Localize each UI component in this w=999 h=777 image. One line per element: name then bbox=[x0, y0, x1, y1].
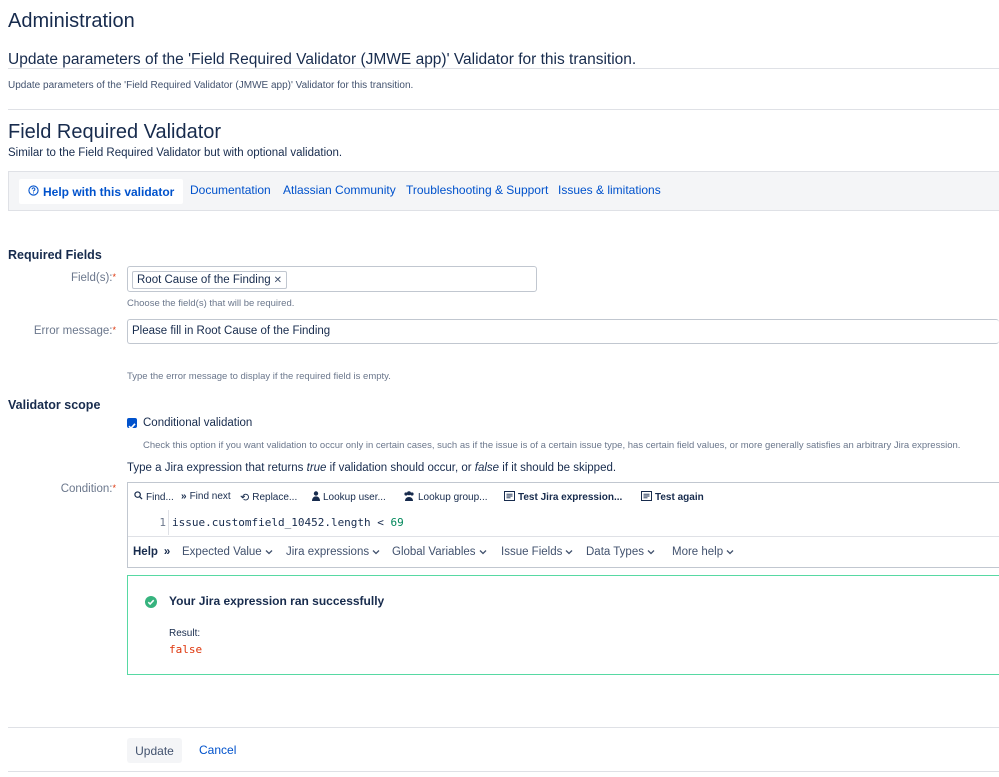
chevron-down-icon bbox=[479, 546, 487, 558]
find-next-button[interactable]: » Find next bbox=[181, 491, 231, 502]
condition-label: Condition:* bbox=[60, 483, 116, 495]
check-icon bbox=[128, 423, 136, 430]
code-number: 69 bbox=[390, 516, 404, 529]
required-fields-heading: Required Fields bbox=[8, 248, 102, 262]
expression-result-panel: Your Jira expression ran successfully Re… bbox=[127, 575, 999, 675]
tab-help-with-validator[interactable]: Help with this validator bbox=[19, 179, 184, 204]
atlassian-community-link[interactable]: Atlassian Community bbox=[283, 183, 396, 197]
conditional-validation-hint: Check this option if you want validation… bbox=[143, 440, 961, 451]
lookup-group-button[interactable]: Lookup group... bbox=[403, 491, 488, 504]
test-icon bbox=[504, 491, 515, 504]
lookup-user-button[interactable]: Lookup user... bbox=[312, 491, 386, 504]
code-text: issue.customfield_10452.length < 69 bbox=[168, 510, 404, 535]
line-number: 1 bbox=[159, 516, 166, 529]
required-asterisk: * bbox=[112, 325, 116, 335]
replace-icon: ⟲ bbox=[240, 492, 250, 504]
page-title: Administration bbox=[8, 10, 135, 32]
conditional-validation-label[interactable]: Conditional validation bbox=[143, 417, 252, 429]
result-message: Your Jira expression ran successfully bbox=[169, 594, 385, 608]
error-message-input[interactable]: Please fill in Root Cause of the Finding bbox=[127, 319, 999, 344]
chevron-down-icon bbox=[726, 546, 734, 558]
replace-button[interactable]: ⟲ Replace... bbox=[240, 491, 297, 504]
page-subtitle: Update parameters of the 'Field Required… bbox=[8, 51, 637, 68]
fields-label: Field(s):* bbox=[70, 272, 116, 284]
page-description: Update parameters of the 'Field Required… bbox=[8, 80, 414, 91]
editor-help-bar: Help » Expected Value Jira expressions G… bbox=[128, 536, 999, 568]
chevron-down-icon bbox=[265, 546, 273, 558]
field-tag-label: Root Cause of the Finding bbox=[137, 274, 271, 286]
tab-label: Help with this validator bbox=[43, 184, 175, 199]
validator-subtitle: Similar to the Field Required Validator … bbox=[8, 147, 343, 159]
more-help-menu[interactable]: More help bbox=[672, 546, 734, 558]
chevron-down-icon bbox=[647, 546, 655, 558]
conditional-validation-checkbox[interactable] bbox=[127, 418, 137, 430]
result-label: Result: bbox=[169, 628, 201, 639]
test-expression-button[interactable]: Test Jira expression... bbox=[504, 491, 622, 504]
user-icon bbox=[312, 491, 320, 504]
fields-hint: Choose the field(s) that will be require… bbox=[127, 298, 295, 309]
test-again-button[interactable]: Test again bbox=[641, 491, 704, 504]
validator-title: Field Required Validator bbox=[8, 121, 222, 143]
help-tabs-bar: Help with this validator Documentation A… bbox=[8, 171, 999, 211]
users-icon bbox=[403, 491, 415, 504]
field-tag: Root Cause of the Finding ✕ bbox=[132, 271, 287, 289]
help-toggle[interactable]: Help » bbox=[133, 546, 170, 558]
code-line[interactable]: 1 issue.customfield_10452.length < 69 bbox=[128, 510, 999, 535]
success-check-icon bbox=[145, 595, 157, 613]
search-icon bbox=[134, 491, 143, 503]
validator-scope-heading: Validator scope bbox=[8, 398, 101, 412]
divider bbox=[8, 109, 999, 110]
global-variables-menu[interactable]: Global Variables bbox=[392, 546, 487, 558]
jira-expressions-menu[interactable]: Jira expressions bbox=[286, 546, 380, 558]
test-icon bbox=[641, 491, 652, 504]
error-message-label: Error message:* bbox=[33, 325, 116, 337]
required-asterisk: * bbox=[112, 272, 116, 282]
divider bbox=[8, 771, 999, 772]
double-chevron-right-icon: » bbox=[181, 491, 187, 502]
error-message-hint: Type the error message to display if the… bbox=[127, 371, 391, 382]
fields-multiselect[interactable]: Root Cause of the Finding ✕ bbox=[127, 266, 537, 292]
troubleshooting-support-link[interactable]: Troubleshooting & Support bbox=[406, 183, 548, 197]
update-button[interactable]: Update bbox=[127, 738, 182, 763]
result-value: false bbox=[169, 643, 203, 656]
cancel-link[interactable]: Cancel bbox=[199, 743, 236, 757]
issue-fields-menu[interactable]: Issue Fields bbox=[501, 546, 573, 558]
jira-expression-editor[interactable]: Find... » Find next ⟲ Replace... Lookup … bbox=[127, 482, 999, 568]
find-button[interactable]: Find... bbox=[134, 491, 174, 503]
chevron-down-icon bbox=[565, 546, 573, 558]
data-types-menu[interactable]: Data Types bbox=[586, 546, 655, 558]
remove-tag-icon[interactable]: ✕ bbox=[274, 275, 282, 286]
documentation-link[interactable]: Documentation bbox=[190, 183, 271, 197]
divider bbox=[8, 68, 999, 69]
chevron-down-icon bbox=[372, 546, 380, 558]
issues-limitations-link[interactable]: Issues & limitations bbox=[558, 183, 661, 197]
divider bbox=[8, 727, 999, 728]
condition-instructions: Type a Jira expression that returns true… bbox=[127, 462, 617, 474]
double-chevron-right-icon: » bbox=[163, 546, 171, 558]
required-asterisk: * bbox=[112, 483, 116, 493]
question-circle-icon bbox=[28, 184, 39, 199]
expected-value-menu[interactable]: Expected Value bbox=[182, 546, 273, 558]
